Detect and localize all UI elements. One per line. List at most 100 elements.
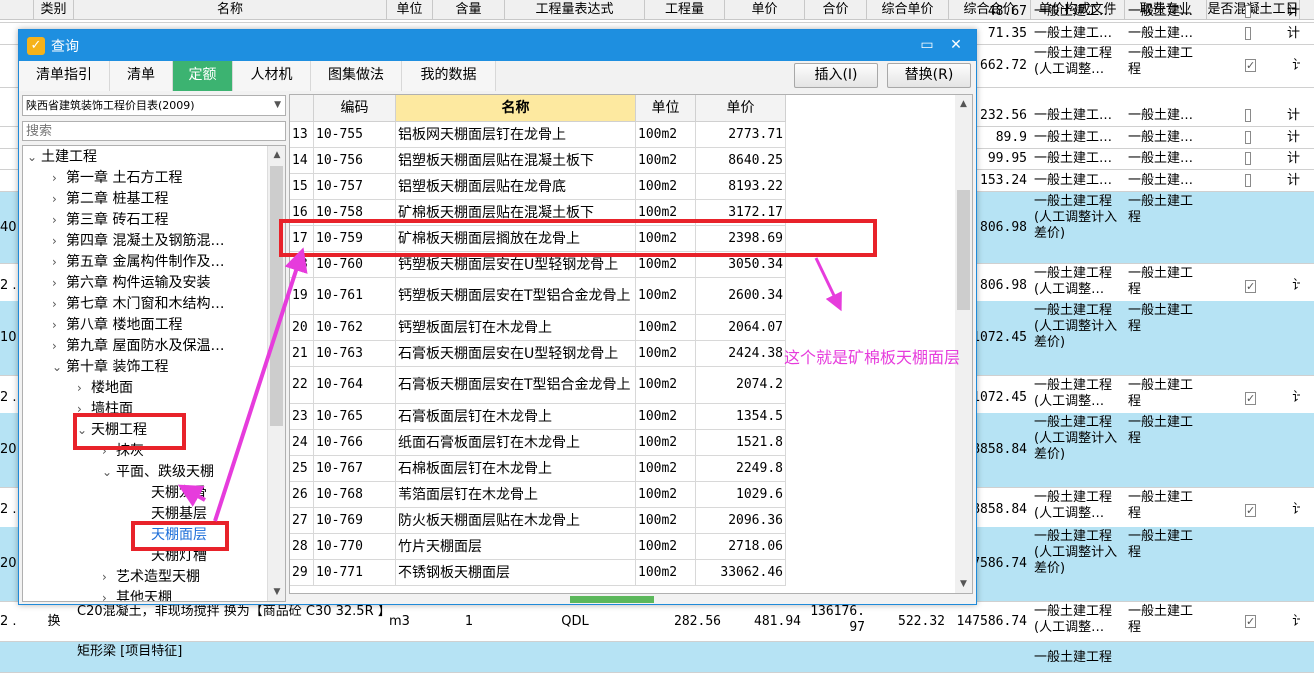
checkbox-checked-icon[interactable]: ✓ [1245,391,1257,405]
tree-node[interactable]: 天棚龙骨 [127,483,207,504]
quota-row[interactable]: 25 10-767 石棉板面层钉在木龙骨上 100m2 2249.8 [290,456,786,482]
replace-button[interactable]: 替换(R) [887,63,971,88]
scroll-down-icon[interactable]: ▼ [268,583,285,601]
scroll-down-icon[interactable]: ▼ [955,575,972,593]
quota-row[interactable]: 27 10-769 防火板天棚面层贴在木龙骨上 100m2 2096.36 [290,508,786,534]
checkbox-icon[interactable] [1245,174,1251,187]
close-icon[interactable]: ✕ [945,34,967,56]
chevron-right-icon[interactable]: › [52,252,66,273]
dialog-titlebar[interactable]: ✓ 查询 ▭ ✕ [19,30,976,61]
quota-row[interactable]: 23 10-765 石膏板面层钉在木龙骨上 100m2 1354.5 [290,404,786,430]
checkbox-icon[interactable] [1245,109,1251,122]
quota-row[interactable]: 24 10-766 纸面石膏板面层钉在木龙骨上 100m2 1521.8 [290,430,786,456]
grid-col-header-4[interactable]: 单价 [696,95,786,122]
tree-node[interactable]: 天棚灯槽 [127,546,207,567]
tab-quota[interactable]: 定额 [173,61,233,91]
checkbox-checked-icon[interactable]: ✓ [1245,615,1257,628]
tree-node[interactable]: › 第九章 屋面防水及保温… [52,336,224,357]
quota-row[interactable]: 21 10-763 石膏板天棚面层安在U型轻钢龙骨上 100m2 2424.38 [290,341,786,367]
grid-col-header-3[interactable]: 单位 [636,95,696,122]
quota-row[interactable]: 18 10-760 钙塑板天棚面层安在U型轻钢龙骨上 100m2 3050.34 [290,252,786,278]
quota-row[interactable]: 22 10-764 石膏板天棚面层安在T型铝合金龙骨上 100m2 2074.2 [290,367,786,404]
quota-row[interactable]: 29 10-771 不锈钢板天棚面层 100m2 33062.46 [290,560,786,586]
chevron-down-icon[interactable]: ⌄ [102,462,116,483]
scroll-up-icon[interactable]: ▲ [955,95,972,113]
chevron-right-icon[interactable]: › [52,189,66,210]
grid-scroll-thumb[interactable] [957,190,970,310]
tree-node-label: 第九章 屋面防水及保温… [66,338,225,354]
tree-node[interactable]: › 第七章 木门窗和木结构… [52,294,224,315]
chevron-right-icon[interactable]: › [52,168,66,189]
checkbox-icon[interactable] [1245,5,1251,18]
tree-scroll-thumb[interactable] [270,166,283,426]
checkbox-checked-icon[interactable]: ✓ [1245,503,1257,517]
chevron-down-icon[interactable]: ⌄ [27,147,41,168]
tab-atlas-method[interactable]: 图集做法 [311,61,402,91]
minimize-icon[interactable]: ▭ [916,34,938,56]
tree-node[interactable]: › 其他天棚 [102,588,172,601]
quota-row[interactable]: 26 10-768 苇箔面层钉在木龙骨上 100m2 1029.6 [290,482,786,508]
quota-row[interactable]: 17 10-759 矿棉板天棚面层搁放在龙骨上 100m2 2398.69 [290,226,786,252]
chevron-right-icon[interactable]: › [52,294,66,315]
tree-node[interactable]: › 第一章 土石方工程 [52,168,182,189]
quota-row[interactable]: 15 10-757 铝塑板天棚面层贴在龙骨底 100m2 8193.22 [290,174,786,200]
quota-row[interactable]: 14 10-756 铝塑板天棚面层贴在混凝土板下 100m2 8640.25 [290,148,786,174]
scroll-up-icon[interactable]: ▲ [268,146,285,164]
tree-node[interactable]: › 第二章 桩基工程 [52,189,168,210]
quota-row[interactable]: 20 10-762 钙塑板面层钉在木龙骨上 100m2 2064.07 [290,315,786,341]
tab-labor-material[interactable]: 人材机 [233,61,311,91]
tree-node[interactable]: › 楼地面 [77,378,133,399]
chevron-right-icon[interactable]: › [102,441,116,462]
chapter-tree: ⌄ 土建工程 › 第一章 土石方工程 › 第二章 桩基工程 › 第三章 砖石工程 › 第四章 混凝… [22,145,286,602]
panel-splitter[interactable] [570,596,654,603]
quota-row[interactable]: 16 10-758 矿棉板天棚面层贴在混凝土板下 100m2 3172.17 [290,200,786,226]
spreadsheet-row[interactable]: 48.67 一般土建工… 一般土建… 计 [0,1,1314,23]
checkbox-checked-icon[interactable]: ✓ [1245,59,1257,72]
chevron-down-icon[interactable]: ⌄ [52,357,66,378]
checkbox-icon[interactable] [1245,131,1251,144]
tree-node[interactable]: › 第三章 砖石工程 [52,210,168,231]
chevron-right-icon[interactable]: › [52,315,66,336]
chevron-down-icon[interactable]: ⌄ [77,420,91,441]
tab-list-guide[interactable]: 清单指引 [19,61,110,91]
chevron-right-icon[interactable]: › [52,210,66,231]
tree-node[interactable]: › 艺术造型天棚 [102,567,200,588]
checkbox-checked-icon[interactable]: ✓ [1245,279,1257,293]
chevron-right-icon[interactable]: › [52,273,66,294]
chevron-right-icon[interactable]: › [52,231,66,252]
tree-node[interactable]: › 墙柱面 [77,399,133,420]
chevron-right-icon[interactable]: › [77,399,91,420]
tree-node[interactable]: ⌄ 平面、跌级天棚 [102,462,214,483]
quota-name: 铝塑板天棚面层贴在龙骨底 [396,174,636,200]
tree-node[interactable]: › 第六章 构件运输及安装 [52,273,210,294]
chevron-right-icon[interactable]: › [52,336,66,357]
chevron-right-icon[interactable]: › [102,588,116,601]
checkbox-icon[interactable] [1245,27,1251,40]
quota-row[interactable]: 19 10-761 钙塑板天棚面层安在T型铝合金龙骨上 100m2 2600.34 [290,278,786,315]
tree-node[interactable]: › 第四章 混凝土及钢筋混… [52,231,224,252]
tree-scrollbar[interactable]: ▲ ▼ [267,146,285,601]
tree-node[interactable]: 天棚面层 [127,525,207,546]
tree-node[interactable]: › 第五章 金属构件制作及… [52,252,224,273]
grid-col-header-2[interactable]: 名称 [396,95,636,122]
spreadsheet-row[interactable]: 2 . 换 C20混凝土，非现场搅拌 换为【商品砼 C30 32.5R 】 m3 1 QD… [0,602,1314,642]
tree-node[interactable]: ⌄ 第十章 装饰工程 [52,357,168,378]
chevron-right-icon[interactable]: › [102,567,116,588]
tree-node[interactable]: › 抹灰 [102,441,144,462]
search-input[interactable] [22,121,286,141]
tree-node[interactable]: ⌄ 天棚工程 [77,420,147,441]
tree-node[interactable]: › 第八章 楼地面工程 [52,315,182,336]
tree-node[interactable]: ⌄ 土建工程 [27,147,97,168]
tab-my-data[interactable]: 我的数据 [402,61,496,91]
grid-col-header-1[interactable]: 编码 [314,95,396,122]
tab-list[interactable]: 清单 [110,61,173,91]
quota-row[interactable]: 28 10-770 竹片天棚面层 100m2 2718.06 [290,534,786,560]
chevron-right-icon[interactable]: › [77,378,91,399]
tree-node[interactable]: 天棚基层 [127,504,207,525]
spreadsheet-row[interactable]: 矩形梁 [项目特征] 一般土建工程 [0,642,1314,673]
library-select[interactable]: 陕西省建筑装饰工程价目表(2009) ▼ [22,95,286,116]
grid-col-header-0[interactable] [290,95,314,122]
checkbox-icon[interactable] [1245,152,1251,165]
insert-button[interactable]: 插入(I) [794,63,878,88]
quota-row[interactable]: 13 10-755 铝板网天棚面层钉在龙骨上 100m2 2773.71 [290,122,786,148]
